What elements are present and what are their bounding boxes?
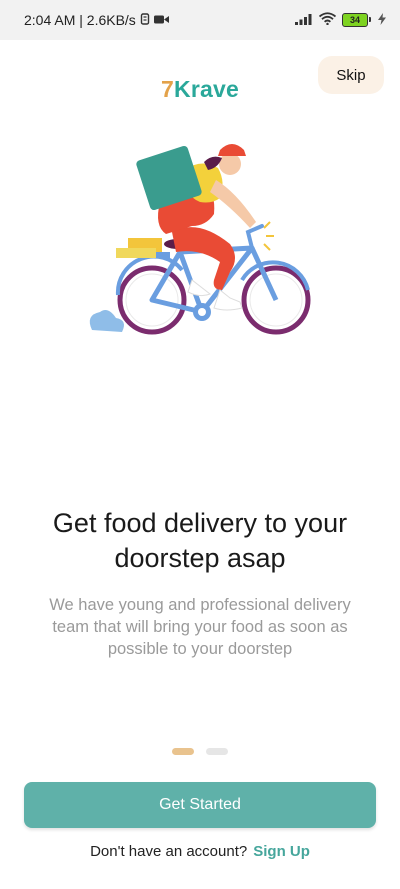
- sim-icon: [140, 12, 150, 28]
- get-started-button[interactable]: Get Started: [24, 782, 376, 828]
- delivery-bike-illustration-icon: [80, 140, 320, 345]
- skip-button[interactable]: Skip: [318, 56, 384, 94]
- logo-text: Krave: [174, 76, 239, 102]
- logo-number: 7: [161, 76, 175, 102]
- onboarding-screen: 2:04 AM | 2.6KB/s 34 7Krave Skip Get foo…: [0, 0, 400, 889]
- account-prompt-text: Don't have an account?: [90, 843, 248, 860]
- signup-prompt: Don't have an account? Sign Up: [0, 843, 400, 860]
- page-indicator: [0, 748, 400, 755]
- signal-icon: [295, 12, 313, 28]
- video-icon: [153, 12, 169, 28]
- page-dot: [206, 748, 228, 755]
- page-dot-active: [172, 748, 194, 755]
- onboarding-title: Get food delivery to your doorstep asap: [52, 508, 348, 573]
- battery-icon: 34: [342, 13, 371, 27]
- wifi-icon: [318, 12, 337, 28]
- status-bar: 2:04 AM | 2.6KB/s 34: [0, 0, 400, 40]
- status-time: 2:04 AM | 2.6KB/s: [24, 12, 136, 28]
- onboarding-description: We have young and professional delivery …: [49, 596, 351, 658]
- charging-icon: [378, 12, 386, 28]
- sign-up-link[interactable]: Sign Up: [253, 843, 310, 860]
